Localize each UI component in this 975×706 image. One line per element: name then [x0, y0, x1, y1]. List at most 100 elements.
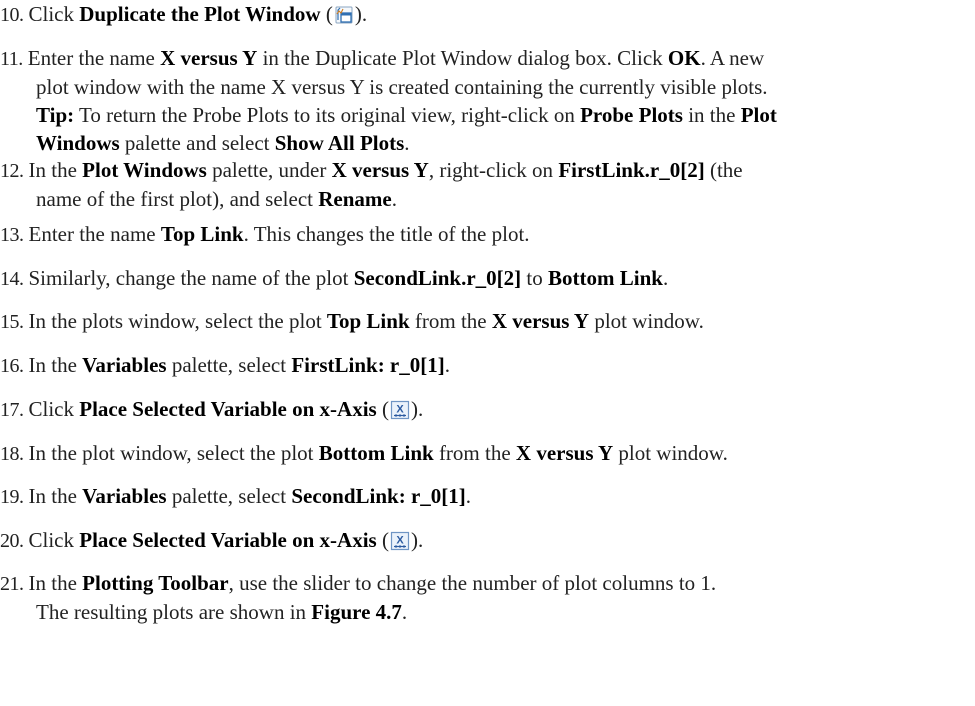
step-text: .: [391, 187, 397, 211]
duplicate-window-icon: [334, 5, 354, 25]
step-number: 12.: [0, 160, 24, 182]
step-number: 16.: [0, 355, 24, 377]
step-line: Tip: To return the Probe Plots to its or…: [0, 101, 968, 129]
step-line: 10. Click Duplicate the Plot Window ().: [0, 0, 968, 29]
step-text: , right-click on: [428, 158, 559, 182]
step-number: 14.: [0, 268, 24, 290]
bold-term: Variables: [82, 353, 167, 377]
step-text: . This changes the title of the plot.: [243, 222, 530, 246]
step-number: 10.: [0, 4, 24, 26]
step-line: 19. In the Variables palette, select Seco…: [0, 482, 968, 511]
step-item: 21. In the Plotting Toolbar, use the slid…: [0, 569, 968, 626]
bold-term: FirstLink.r_0[2]: [558, 158, 705, 182]
step-line: plot window with the name X versus Y is …: [0, 73, 968, 101]
step-text: To return the Probe Plots to its origina…: [74, 103, 581, 127]
step-text: palette and select: [119, 131, 275, 155]
bold-term: Bottom Link: [548, 266, 663, 290]
step-text: Similarly, change the name of the plot: [28, 266, 354, 290]
bold-term: SecondLink: r_0[1]: [291, 484, 466, 508]
step-item: 17. Click Place Selected Variable on x-Ax…: [0, 395, 968, 424]
step-text: palette, select: [166, 353, 292, 377]
step-text: palette, select: [166, 484, 292, 508]
step-text: In the plots window, select the plot: [28, 309, 327, 333]
step-text: (: [320, 2, 333, 26]
bold-term: Place Selected Variable on x-Axis: [79, 528, 377, 552]
step-text: The resulting plots are shown in: [36, 600, 312, 624]
step-text: ).: [410, 528, 424, 552]
step-text: in the Duplicate Plot Window dialog box.…: [257, 46, 668, 70]
step-line: 15. In the plots window, select the plot …: [0, 307, 968, 336]
step-text: from the: [409, 309, 492, 333]
bold-term: Place Selected Variable on x-Axis: [79, 397, 377, 421]
bold-term: OK: [667, 46, 701, 70]
svg-text:X: X: [396, 535, 404, 547]
step-text: Enter the name: [27, 46, 161, 70]
step-text: from the: [433, 441, 516, 465]
bold-term: Top Link: [326, 309, 410, 333]
bold-term: FirstLink: r_0[1]: [291, 353, 445, 377]
step-number: 15.: [0, 311, 24, 333]
step-text: . A new: [700, 46, 765, 70]
bold-term: X versus Y: [491, 309, 590, 333]
bold-term: Plotting Toolbar: [82, 571, 229, 595]
step-item: 20. Click Place Selected Variable on x-Ax…: [0, 526, 968, 555]
bold-term: X versus Y: [331, 158, 429, 182]
bold-term: Figure 4.7: [311, 600, 402, 624]
svg-text:X: X: [396, 404, 404, 416]
step-text: to: [521, 266, 548, 290]
step-text: (: [376, 397, 389, 421]
step-line: 14. Similarly, change the name of the plo…: [0, 264, 968, 293]
step-item: 12. In the Plot Windows palette, under X …: [0, 156, 968, 213]
step-line: The resulting plots are shown in Figure …: [0, 598, 968, 626]
step-text: plot window.: [589, 309, 704, 333]
step-text: In the: [28, 353, 83, 377]
bold-term: X versus Y: [515, 441, 614, 465]
step-line: 13. Enter the name Top Link. This changes…: [0, 220, 968, 249]
step-item: 16. In the Variables palette, select Firs…: [0, 351, 968, 380]
bold-term: Probe Plots: [580, 103, 683, 127]
step-number: 11.: [0, 48, 23, 70]
bold-term: Variables: [82, 484, 167, 508]
step-text: name of the first plot), and select: [36, 187, 319, 211]
step-item: 19. In the Variables palette, select Seco…: [0, 482, 968, 511]
bold-term: Windows: [36, 131, 120, 155]
step-text: In the plot window, select the plot: [28, 441, 319, 465]
step-line: name of the first plot), and select Rena…: [0, 185, 968, 213]
step-line: 21. In the Plotting Toolbar, use the slid…: [0, 569, 968, 598]
step-line: 20. Click Place Selected Variable on x-Ax…: [0, 526, 968, 555]
step-line: 17. Click Place Selected Variable on x-Ax…: [0, 395, 968, 424]
step-text: ).: [410, 397, 424, 421]
step-text: in the: [682, 103, 741, 127]
step-text: ).: [354, 2, 368, 26]
bold-term: Tip:: [36, 103, 75, 127]
bold-term: Top Link: [160, 222, 244, 246]
x-axis-icon: X: [390, 400, 410, 420]
step-text: .: [444, 353, 450, 377]
bold-term: Show All Plots: [274, 131, 405, 155]
step-text: palette, under: [206, 158, 332, 182]
step-item: 18. In the plot window, select the plot B…: [0, 439, 968, 468]
step-number: 19.: [0, 486, 24, 508]
step-text: In the: [28, 571, 83, 595]
bold-term: Plot: [740, 103, 777, 127]
step-number: 13.: [0, 224, 24, 246]
step-item: 11. Enter the name X versus Y in the Dupl…: [0, 44, 968, 157]
step-text: In the: [28, 484, 83, 508]
step-text: Click: [28, 397, 80, 421]
step-text: .: [465, 484, 472, 508]
step-item: 14. Similarly, change the name of the plo…: [0, 264, 968, 293]
step-line: 18. In the plot window, select the plot B…: [0, 439, 968, 468]
bold-term: SecondLink.r_0[2]: [353, 266, 522, 290]
step-line: 16. In the Variables palette, select Firs…: [0, 351, 968, 380]
bold-term: Duplicate the Plot Window: [79, 2, 321, 26]
step-text: In the: [28, 158, 83, 182]
bold-term: X versus Y: [160, 46, 258, 70]
step-text: .: [662, 266, 669, 290]
step-line: Windows palette and select Show All Plot…: [0, 129, 968, 157]
x-axis-icon: X: [390, 531, 410, 551]
step-number: 18.: [0, 443, 24, 465]
step-number: 20.: [0, 530, 24, 552]
step-text: (the: [704, 158, 743, 182]
step-text: , use the slider to change the number of…: [228, 571, 717, 595]
step-text: .: [401, 600, 408, 624]
